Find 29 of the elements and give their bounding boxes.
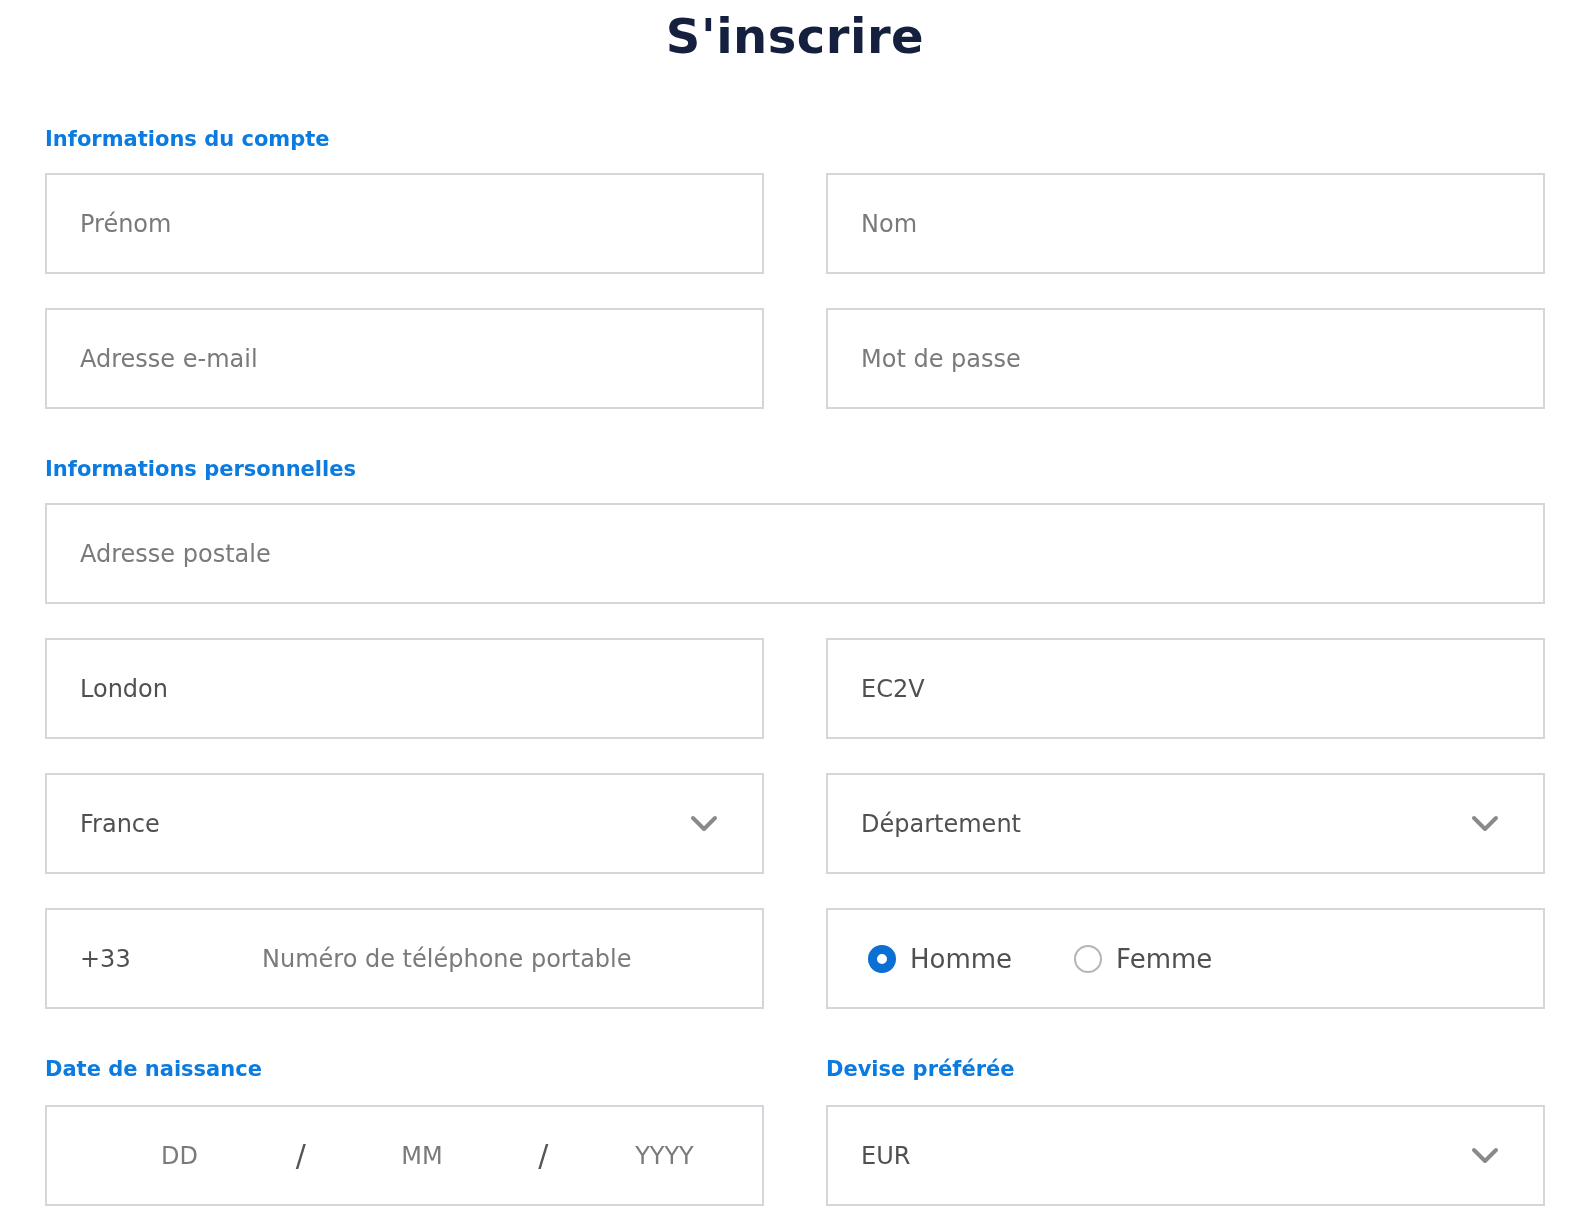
text-field[interactable]: Prénom bbox=[45, 173, 764, 274]
radio-button[interactable] bbox=[1074, 944, 1103, 973]
page-title: S'inscrire bbox=[664, 7, 926, 66]
chevron-down-icon bbox=[1471, 1146, 1499, 1165]
text-field[interactable]: EC2V bbox=[826, 638, 1545, 739]
section-heading: Date de naissance bbox=[45, 1056, 263, 1083]
select-field[interactable]: France bbox=[45, 773, 764, 874]
phone-input[interactable]: Numéro de téléphone portable bbox=[262, 944, 729, 973]
date-separator: / bbox=[295, 1138, 306, 1173]
chevron-down-icon bbox=[1471, 814, 1499, 833]
text-field[interactable]: London bbox=[45, 638, 764, 739]
section-heading: Devise préférée bbox=[826, 1056, 1016, 1083]
text-field[interactable]: Adresse e-mail bbox=[45, 308, 764, 409]
date-part-input[interactable]: YYYY bbox=[626, 1141, 702, 1170]
radio-label[interactable]: Femme bbox=[1116, 943, 1213, 974]
section-heading: Informations personnelles bbox=[45, 456, 357, 483]
date-part-input[interactable]: MM bbox=[384, 1141, 460, 1170]
country-code: +33 bbox=[80, 944, 132, 973]
text-field[interactable]: Nom bbox=[826, 173, 1545, 274]
date-separator: / bbox=[538, 1138, 549, 1173]
date-part-input[interactable]: DD bbox=[142, 1141, 217, 1170]
section-heading: Informations du compte bbox=[45, 126, 331, 153]
text-field[interactable]: Mot de passe bbox=[826, 308, 1545, 409]
radio-label[interactable]: Homme bbox=[910, 943, 1013, 974]
select-field[interactable]: EUR bbox=[826, 1105, 1545, 1206]
chevron-down-icon bbox=[690, 814, 718, 833]
text-field[interactable]: Adresse postale bbox=[45, 503, 1545, 604]
select-field[interactable]: Département bbox=[826, 773, 1545, 874]
radio-button[interactable] bbox=[868, 944, 896, 973]
